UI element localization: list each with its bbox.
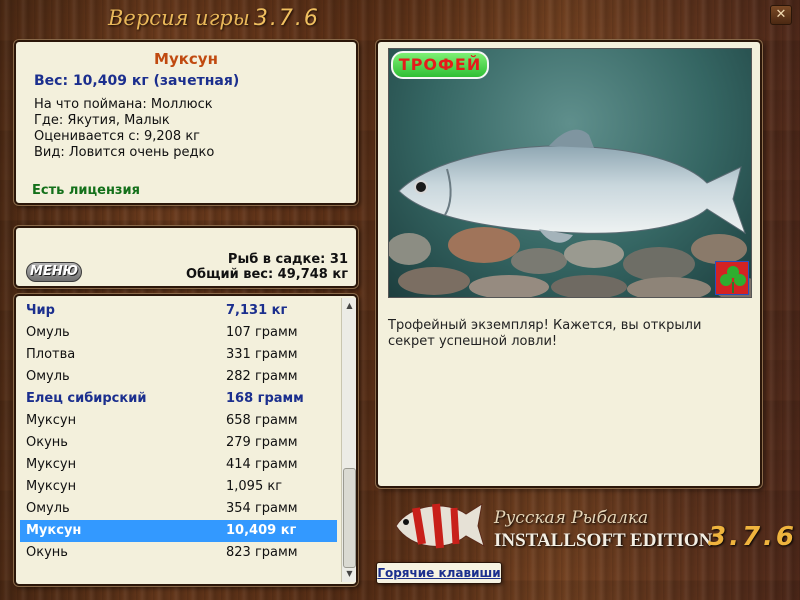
list-item[interactable]: Елец сибирский 168 грамм: [20, 388, 337, 410]
list-scrollbar[interactable]: ▲ ▼: [341, 298, 356, 582]
trophy-badge: ТРОФЕЙ: [391, 51, 489, 79]
catch-fish-name: Омуль: [26, 325, 70, 340]
rarity-info: Вид: Ловится очень редко: [34, 145, 215, 160]
trophy-threshold-info: Оценивается с: 9,208 кг: [34, 129, 201, 144]
catch-fish-name: Муксун: [26, 413, 77, 428]
list-item[interactable]: Муксун 10,409 кг: [20, 520, 337, 542]
catch-list: Чир 7,131 кг Омуль 107 грамм Плотва 331 грамм…: [20, 300, 337, 564]
list-item[interactable]: Окунь 823 грамм: [20, 542, 337, 564]
list-item[interactable]: Муксун 1,095 кг: [20, 476, 337, 498]
catch-fish-weight: 658 грамм: [226, 413, 298, 428]
list-item[interactable]: Чир 7,131 кг: [20, 300, 337, 322]
logo-edition: INSTALLSOFT EDITION: [494, 530, 713, 551]
scroll-up-icon[interactable]: ▲: [342, 298, 356, 314]
logo-version: 3.7.6: [708, 522, 798, 552]
hotkeys-button[interactable]: Горячие клавиши: [376, 562, 502, 584]
catch-fish-name: Муксун: [26, 457, 77, 472]
catch-fish-weight: 10,409 кг: [226, 523, 297, 538]
clover-icon: [715, 261, 749, 295]
catch-fish-weight: 279 грамм: [226, 435, 298, 450]
total-weight: Общий вес: 49,748 кг: [185, 267, 348, 282]
catch-fish-weight: 331 грамм: [226, 347, 298, 362]
catch-fish-weight: 282 грамм: [226, 369, 298, 384]
catch-fish-name: Окунь: [26, 435, 68, 450]
version-number: 3.7.6: [253, 6, 320, 31]
catch-fish-weight: 107 грамм: [226, 325, 298, 340]
catch-fish-weight: 354 грамм: [226, 501, 298, 516]
catch-fish-name: Омуль: [26, 369, 70, 384]
game-version-title: Версия игры 3.7.6: [108, 6, 320, 31]
scroll-thumb[interactable]: [343, 468, 356, 568]
license-status: Есть лицензия: [32, 183, 140, 198]
cage-stats-panel: МЕНЮ Рыб в садке: 31 Общий вес: 49,748 к…: [14, 226, 358, 288]
catch-fish-weight: 414 грамм: [226, 457, 298, 472]
catch-fish-name: Чир: [26, 303, 55, 318]
list-item[interactable]: Окунь 279 грамм: [20, 432, 337, 454]
catch-fish-weight: 168 грамм: [226, 391, 304, 406]
catch-fish-name: Елец сибирский: [26, 391, 147, 406]
list-item[interactable]: Плотва 331 грамм: [20, 344, 337, 366]
list-item[interactable]: Муксун 414 грамм: [20, 454, 337, 476]
logo-fish-icon: [390, 492, 486, 556]
logo-title: Русская Рыбалка: [494, 508, 649, 528]
list-item[interactable]: Муксун 658 грамм: [20, 410, 337, 432]
catch-fish-weight: 7,131 кг: [226, 303, 288, 318]
list-item[interactable]: Омуль 354 грамм: [20, 498, 337, 520]
catch-list-panel: Чир 7,131 кг Омуль 107 грамм Плотва 331 грамм…: [14, 294, 358, 586]
fish-picture: ТРОФЕЙ: [388, 48, 752, 298]
location-info: Где: Якутия, Малык: [34, 113, 170, 128]
fish-image-panel: ТРОФЕЙ Трофейный экземпляр! Кажется, вы …: [376, 40, 762, 488]
bait-info: На что поймана: Моллюск: [34, 97, 213, 112]
list-item[interactable]: Омуль 282 грамм: [20, 366, 337, 388]
fish-weight: Вес: 10,409 кг (зачетная): [34, 73, 240, 89]
catch-fish-name: Муксун: [26, 479, 77, 494]
catch-fish-name: Омуль: [26, 501, 70, 516]
catch-fish-name: Окунь: [26, 545, 68, 560]
scroll-down-icon[interactable]: ▼: [342, 566, 356, 582]
fish-count: Рыб в садке: 31: [227, 252, 348, 267]
menu-button[interactable]: МЕНЮ: [26, 262, 82, 282]
catch-fish-name: Плотва: [26, 347, 76, 362]
underwater-scene: [389, 129, 751, 297]
close-button[interactable]: ✕: [770, 5, 792, 25]
catch-fish-weight: 1,095 кг: [226, 479, 283, 494]
catch-fish-name: Муксун: [26, 523, 82, 538]
close-icon: ✕: [775, 7, 787, 22]
list-item[interactable]: Омуль 107 грамм: [20, 322, 337, 344]
fish-info-panel: Муксун Вес: 10,409 кг (зачетная) На что …: [14, 40, 358, 205]
fish-name: Муксун: [154, 50, 218, 68]
version-title-label: Версия игры: [108, 6, 250, 30]
fish-description: Трофейный экземпляр! Кажется, вы открыли…: [388, 318, 702, 349]
catch-fish-weight: 823 грамм: [226, 545, 298, 560]
fish-muksun: [398, 129, 746, 243]
